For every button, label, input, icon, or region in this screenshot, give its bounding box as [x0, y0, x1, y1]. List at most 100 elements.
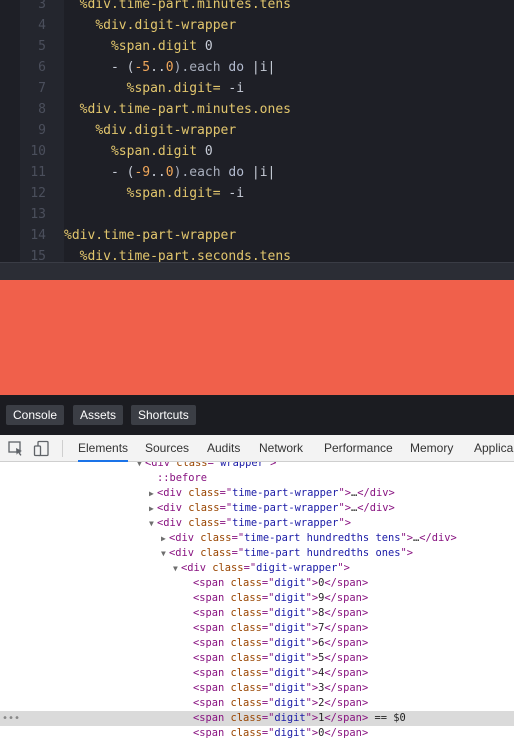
line-number: 12	[30, 186, 46, 201]
expand-arrow-icon[interactable]: ▶	[161, 531, 169, 546]
expand-arrow-icon[interactable]: ▶	[149, 501, 157, 516]
code-line[interactable]: 8 %div.time-part.minutes.ones	[0, 99, 514, 120]
dom-token: <span	[193, 607, 231, 619]
tab-performance[interactable]: Performance	[324, 435, 393, 462]
device-toggle-icon[interactable]	[33, 440, 51, 458]
code-line[interactable]: 15 %div.time-part.seconds.tens	[0, 246, 514, 262]
dom-token: class	[212, 562, 244, 574]
dom-node[interactable]: ▶ <div class="time-part hundredths tens">…	[0, 531, 514, 546]
dom-token: time-part hundredths ones	[244, 547, 401, 559]
dom-node[interactable]: <span class="digit">0</span>	[0, 726, 514, 741]
expand-arrow-icon[interactable]: ▶	[149, 486, 157, 501]
dom-token: <span	[193, 727, 231, 739]
dom-node-text: <div class="time-part-wrapper">…</div>	[157, 501, 395, 516]
code-line[interactable]: 13	[0, 204, 514, 225]
dom-token: ="	[219, 517, 233, 529]
code-text: %div.time-part-wrapper	[64, 225, 236, 246]
code-text: %div.digit-wrapper	[64, 120, 236, 141]
code-line[interactable]: 12 %span.digit= -i	[0, 183, 514, 204]
dom-node[interactable]: <span class="digit">9</span>	[0, 591, 514, 606]
code-line[interactable]: 9 %div.digit-wrapper	[0, 120, 514, 141]
code-line[interactable]: 5 %span.digit 0	[0, 36, 514, 57]
collapse-arrow-icon[interactable]: ▼	[137, 462, 145, 471]
dom-token: class	[176, 462, 208, 469]
dom-token: ="	[219, 487, 233, 499]
line-number: 7	[38, 81, 46, 96]
code-line[interactable]: 3 %div.time-part.minutes.tens	[0, 0, 514, 15]
dom-token: ="	[243, 562, 257, 574]
dom-node-selected[interactable]: ••• <span class="digit">1</span> == $0	[0, 711, 514, 726]
dom-node[interactable]: ::before	[0, 471, 514, 486]
code-token: %span.digit=	[126, 81, 229, 96]
code-token: -i	[228, 186, 245, 201]
collapse-arrow-icon[interactable]: ▼	[149, 516, 157, 531]
dom-node-text: <span class="digit">9</span>	[193, 591, 368, 606]
code-line[interactable]: 7 %span.digit= -i	[0, 78, 514, 99]
line-number: 15	[30, 249, 46, 262]
dom-token: </div>	[357, 502, 395, 514]
dom-node[interactable]: <span class="digit">4</span>	[0, 666, 514, 681]
dom-token: </span>	[324, 727, 369, 739]
dom-token: ">	[338, 517, 351, 529]
more-options-icon[interactable]: •••	[2, 711, 20, 726]
dom-token: class	[230, 652, 262, 664]
assets-button[interactable]: Assets	[73, 405, 124, 425]
dom-token: <div	[145, 462, 177, 469]
dom-token: ">	[305, 652, 319, 664]
editor-resize-bar[interactable]	[0, 262, 514, 280]
dom-node[interactable]: <span class="digit">6</span>	[0, 636, 514, 651]
dom-token: time-part-wrapper	[232, 487, 339, 499]
dom-node[interactable]: <span class="digit">0</span>	[0, 576, 514, 591]
dom-tree[interactable]: ▼ <div class="wrapper">::before ▶ <div clas…	[0, 462, 514, 742]
line-number: 6	[38, 60, 46, 75]
collapse-arrow-icon[interactable]: ▼	[161, 546, 169, 561]
inspect-element-icon[interactable]	[7, 440, 25, 458]
dom-token: </span>	[324, 712, 369, 724]
dom-node[interactable]: <span class="digit">8</span>	[0, 606, 514, 621]
dom-node[interactable]: ▼ <div class="digit-wrapper">	[0, 561, 514, 576]
code-line[interactable]: 11 - (-9..0).each do |i|	[0, 162, 514, 183]
dom-node[interactable]: <span class="digit">2</span>	[0, 696, 514, 711]
result-preview	[0, 280, 514, 395]
dom-token: ="	[261, 727, 275, 739]
tab-memory[interactable]: Memory	[410, 435, 453, 462]
dom-token: class	[230, 592, 262, 604]
dom-node[interactable]: ▼ <div class="time-part hundredths ones">	[0, 546, 514, 561]
console-button[interactable]: Console	[6, 405, 65, 425]
tab-sources[interactable]: Sources	[145, 435, 189, 462]
tab-applica[interactable]: Applica	[474, 435, 513, 462]
dom-node-text: <span class="digit">3</span>	[193, 681, 368, 696]
dom-token: ="	[261, 607, 275, 619]
shortcuts-button[interactable]: Shortcuts	[131, 405, 196, 425]
dom-node[interactable]: <span class="digit">3</span>	[0, 681, 514, 696]
dom-token: class	[230, 682, 262, 694]
code-line[interactable]: 10 %span.digit 0	[0, 141, 514, 162]
tab-network[interactable]: Network	[259, 435, 303, 462]
dom-node[interactable]: ▼ <div class="wrapper">	[0, 462, 514, 471]
code-line[interactable]: 6 - (-5..0).each do |i|	[0, 57, 514, 78]
tab-audits[interactable]: Audits	[207, 435, 240, 462]
dom-node-text: <span class="digit">4</span>	[193, 666, 368, 681]
code-token: %span.digit=	[126, 186, 229, 201]
collapse-arrow-icon[interactable]: ▼	[173, 561, 181, 576]
code-line[interactable]: 4 %div.digit-wrapper	[0, 15, 514, 36]
dom-token: </div>	[419, 532, 457, 544]
dom-token: <div	[169, 547, 201, 559]
dom-token: ="	[261, 697, 275, 709]
dom-node[interactable]: ▶ <div class="time-part-wrapper">…</div>	[0, 501, 514, 516]
code-line[interactable]: 14 %div.time-part-wrapper	[0, 225, 514, 246]
dom-node-text: <div class="wrapper">	[145, 462, 276, 471]
dom-token: class	[230, 622, 262, 634]
code-editor[interactable]: 3 %div.time-part.minutes.tens 4 %div.digi…	[0, 0, 514, 262]
code-token: %div.digit-wrapper	[95, 18, 237, 33]
dom-node[interactable]: <span class="digit">5</span>	[0, 651, 514, 666]
dom-node[interactable]: ▼ <div class="time-part-wrapper">	[0, 516, 514, 531]
tab-elements[interactable]: Elements	[78, 435, 129, 462]
code-token: do	[228, 165, 245, 180]
dom-node[interactable]: ▶ <div class="time-part-wrapper">…</div>	[0, 486, 514, 501]
dom-token: ">	[305, 682, 319, 694]
dom-token: <div	[157, 517, 189, 529]
dom-token: <span	[193, 682, 231, 694]
dom-token: digit	[274, 607, 306, 619]
dom-node[interactable]: <span class="digit">7</span>	[0, 621, 514, 636]
